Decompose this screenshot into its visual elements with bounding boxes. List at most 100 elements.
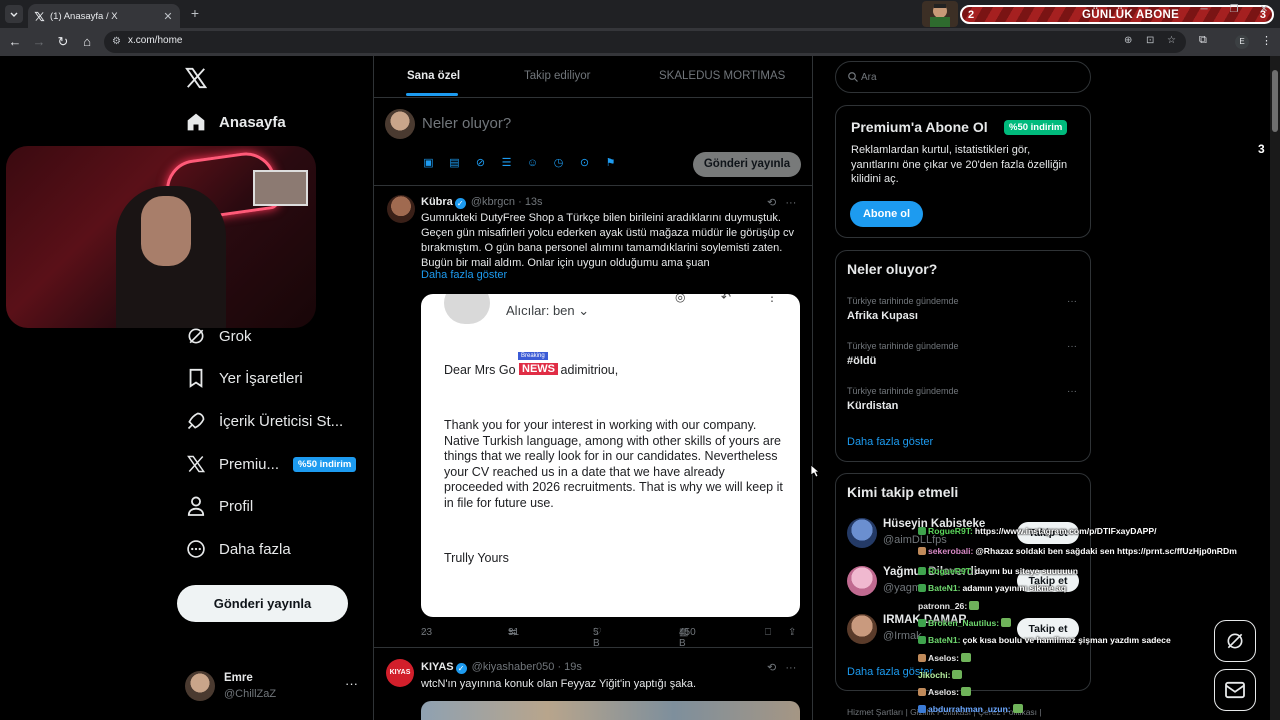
wall-picture [253,170,308,206]
site-info-icon[interactable]: ⚙ [112,36,124,48]
nav-grok-label: Grok [219,327,252,345]
gif-icon[interactable]: ▤ [448,157,461,170]
search-icon [848,72,858,82]
image-icon[interactable]: ▣ [422,157,435,170]
close-tab-icon[interactable]: ✕ [162,10,174,23]
reload-icon[interactable]: ↻ [55,35,71,49]
chat-message: Broken_Nautilus: [918,618,1012,628]
who-to-follow-title: Kimi takip etmeli [847,484,959,500]
tweet-more-icon[interactable]: ··· [785,662,796,674]
nav-profile[interactable]: Profil [185,491,253,521]
trend-item[interactable]: Türkiye tarihinde gündemde #öldü ··· [847,341,1083,375]
tweet-time[interactable]: · 13s [518,196,542,208]
bookmark-star-icon[interactable]: ☆ [1167,35,1176,46]
tweet-header-icons: ⟲ ··· [767,661,796,674]
grok-fab[interactable] [1214,620,1256,662]
sub-badge-icon [918,584,926,592]
post-button[interactable]: Gönderi yayınla [177,585,348,622]
tweet-author-handle[interactable]: @kiyashaber050 [472,661,555,673]
chat-message: BateN1: çok kısa boulu ve hamilmaz şişman… [918,635,1171,645]
poll-icon[interactable]: ☰ [500,157,513,170]
browser-tab[interactable]: (1) Anasayfa / X ✕ [28,4,180,28]
page-scrollbar[interactable] [1270,56,1280,720]
bookmark-tweet-icon[interactable]: ⎕ [765,627,771,638]
share-icon[interactable]: ⇪ [788,627,796,638]
address-url[interactable]: x.com/home [128,35,182,46]
messages-fab[interactable] [1214,669,1256,711]
compose-toolbar: ▣ ▤ ⊘ ☰ ☺ ◷ ⊙ ⚑ [422,157,617,170]
tweet-avatar[interactable] [387,195,415,223]
x-logo-icon[interactable] [185,67,207,89]
grok-compose-icon[interactable]: ⊘ [474,157,487,170]
emote-icon [1001,618,1012,627]
scrollbar-thumb[interactable] [1272,70,1278,132]
nav-more[interactable]: Daha fazla [185,534,291,564]
emoji-icon[interactable]: ☺ [526,157,539,170]
install-app-icon[interactable]: ⊡ [1146,35,1154,46]
trends-show-more[interactable]: Daha fazla göster [847,436,933,448]
grok-explain-icon[interactable]: ⟲ [767,197,776,209]
sub-goal-current: 2 [968,8,975,21]
nav-bookmarks[interactable]: Yer İşaretleri [185,363,303,393]
tweet-author-handle[interactable]: @kbrgcn [471,196,515,208]
tweet-time[interactable]: · 19s [557,661,581,673]
tweet-video-thumbnail[interactable] [421,701,800,720]
location-icon[interactable]: ⊙ [578,157,591,170]
tweet-more-icon[interactable]: ··· [785,197,796,209]
back-icon[interactable]: ← [7,35,23,49]
schedule-icon[interactable]: ◷ [552,157,565,170]
premium-card-badge: %50 indirim [1004,120,1068,135]
tab-title: (1) Anasayfa / X [50,10,118,22]
search-box[interactable]: Ara [835,61,1091,93]
trend-more-icon[interactable]: ··· [1067,296,1077,307]
nav-profile-label: Profil [219,497,254,515]
suggestion-handle: @yagm [883,582,922,594]
tweet[interactable]: Kübra ✓ @kbrgcn · 13s ⟲ ··· Gumrukteki Du… [374,186,812,649]
overlay-side-number: 3 [1258,142,1265,156]
browser-tab-strip: (1) Anasayfa / X ✕ + 2 GÜNLÜK ABONE 3 ─ … [0,0,1280,28]
account-switcher[interactable]: Emre @ChillZaZ ··· [185,670,365,702]
nav-creator-studio[interactable]: İçerik Üreticisi St... [185,406,343,436]
profile-avatar[interactable]: E [1235,35,1249,49]
chat-message: abdurrahman_uzun: [918,704,1023,714]
new-tab-button[interactable]: + [186,5,204,23]
subscribe-button[interactable]: Abone ol [850,201,923,227]
chat-message: BateN1: adamın yayınını sikme aq [918,583,1066,593]
search-input[interactable]: Ara [861,72,877,83]
show-more-link[interactable]: Daha fazla göster [421,269,507,281]
address-bar[interactable]: ⚙ x.com/home ⊕ ⊡ ☆ [104,31,1186,53]
restore-icon[interactable]: ❐ [1224,4,1244,15]
browser-menu-icon[interactable]: ⋮ [1261,34,1272,47]
flag-icon[interactable]: ⚑ [604,157,617,170]
tab-for-you[interactable]: Sana özel [407,70,460,82]
emoji-react-icon: ◎ [675,294,686,304]
account-avatar [185,671,215,701]
trend-item[interactable]: Türkiye tarihinde gündemde Kürdistan ··· [847,386,1083,420]
zoom-icon[interactable]: ⊕ [1124,35,1132,46]
tweet-author-name[interactable]: Kübra [421,196,453,208]
streamer-face [141,196,191,266]
tweet-image-email-screenshot[interactable]: Alıcılar: ben ⌄ ◎ ↶ ⋮ Dear Mrs Go adimitr… [421,294,800,617]
tweet[interactable]: KIYAS KIYAS ✓ @kiyashaber050 · 19s ⟲ ··· … [374,648,812,720]
close-window-icon[interactable]: ✕ [1254,4,1274,15]
tweet-author-name[interactable]: KIYAS [421,661,454,673]
suggestion-avatar [847,614,877,644]
nav-home[interactable]: Anasayfa [185,107,286,137]
tab-following[interactable]: Takip ediliyor [524,70,590,82]
tab-search-button[interactable] [5,5,23,23]
tweet-avatar[interactable]: KIYAS [386,659,414,687]
grok-explain-icon[interactable]: ⟲ [767,662,776,674]
compose-input[interactable]: Neler oluyor? [422,115,511,132]
trend-item[interactable]: Türkiye tarihinde gündemde Afrika Kupası… [847,296,1083,330]
compose-post-button[interactable]: Gönderi yayınla [693,152,801,177]
nav-premium[interactable]: Premiu... %50 indirim [185,449,357,479]
tweet-header-icons: ⟲ ··· [767,196,796,209]
home-icon[interactable]: ⌂ [79,35,95,49]
trend-more-icon[interactable]: ··· [1067,386,1077,397]
account-more-icon[interactable]: ··· [345,676,358,691]
tab-list[interactable]: SKALEDUS MORTIMAS [659,70,785,82]
minimize-icon[interactable]: ─ [1194,4,1214,15]
extensions-icon[interactable]: ⧉ [1199,34,1207,47]
forward-icon[interactable]: → [31,35,47,49]
trend-more-icon[interactable]: ··· [1067,341,1077,352]
